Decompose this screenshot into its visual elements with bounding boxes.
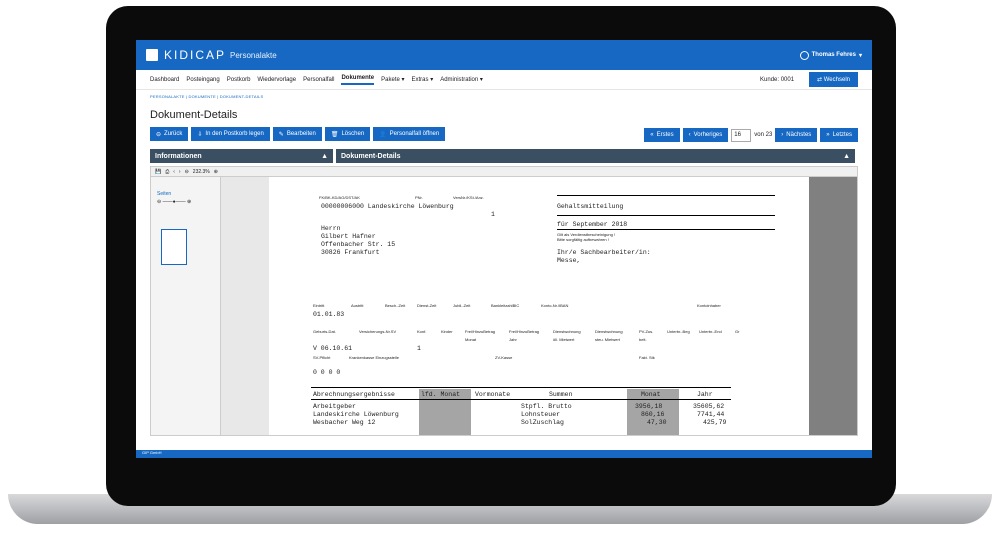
breadcrumb-dokumente[interactable]: DOKUMENTE [189, 94, 216, 99]
app-screen: KIDICAP Personalakte Thomas Fehres ▾ Dash… [136, 40, 872, 458]
chevron-up-icon: ▲ [321, 152, 328, 160]
erstes-button[interactable]: « Erstes [644, 128, 680, 142]
zurueck-button[interactable]: ⊖ Zurück [150, 127, 189, 141]
print-icon[interactable]: ⎙ [165, 169, 169, 175]
nav-personalfall[interactable]: Personalfall [303, 77, 334, 83]
prev-page-icon[interactable]: ‹ [173, 169, 175, 175]
page-input[interactable]: 16 [731, 128, 752, 142]
breadcrumb-personalakte[interactable]: PERSONALAKTE [150, 94, 185, 99]
informationen-header[interactable]: Informationen ▲ [150, 149, 333, 163]
document-page: FK/BK-KD/AG/DST/AK PNr. VersNr./KSt./Anz… [269, 177, 809, 435]
document-scroll-area[interactable] [809, 177, 857, 435]
nav-dokumente[interactable]: Dokumente [341, 75, 375, 85]
nav-dashboard[interactable]: Dashboard [150, 77, 179, 83]
personalfall-button[interactable]: 👤 Personalfall öffnen [373, 127, 446, 141]
pdf-viewer: 💾 ⎙ ‹ › ⊖ 232.3% ⊕ Seiten ⊖ ——●—— ⊕ FK/BK-… [150, 166, 858, 436]
dokument-header[interactable]: Dokument-Details ▲ [336, 149, 855, 163]
zoom-in-icon[interactable]: ⊕ [214, 169, 218, 175]
kunde-label: Kunde: 0001 [760, 76, 795, 83]
footer: GIP GmbH [136, 450, 872, 458]
postkorb-button[interactable]: ⇩ In den Postkorb legen [191, 127, 270, 141]
user-name: Thomas Fehres [811, 52, 856, 58]
nav-postkorb[interactable]: Postkorb [227, 77, 251, 83]
page-thumbnail[interactable] [161, 229, 187, 265]
next-page-icon[interactable]: › [179, 169, 181, 175]
seiten-label: Seiten [157, 191, 172, 197]
zoom-value[interactable]: 232.3% [193, 169, 210, 175]
chevron-up-icon: ▲ [843, 152, 850, 160]
top-bar: KIDICAP Personalakte Thomas Fehres ▾ [136, 40, 872, 70]
nav-pakete[interactable]: Pakete ▾ [381, 76, 404, 83]
brand-name: KIDICAP [164, 48, 227, 62]
main-nav: Dashboard Posteingang Postkorb Wiedervor… [136, 70, 872, 90]
save-icon[interactable]: 💾 [155, 169, 161, 175]
page-count: von 23 [754, 132, 773, 138]
section-headers: Informationen ▲ Dokument-Details ▲ [136, 145, 872, 163]
kv-zeros: 0 0 0 0 [313, 369, 341, 376]
breadcrumb-details: DOKUMENT-DETAILS [219, 94, 264, 99]
pager: « Erstes ‹ Vorheriges 16 von 23 › Nächst… [644, 127, 858, 143]
pdf-toolbar: 💾 ⎙ ‹ › ⊖ 232.3% ⊕ [151, 167, 857, 177]
thumbnail-panel: Seiten ⊖ ——●—— ⊕ [151, 177, 221, 435]
logo-icon [146, 49, 158, 61]
wechseln-button[interactable]: ⇄ Wechseln [809, 72, 858, 87]
product-name: Personalakte [230, 50, 277, 60]
action-toolbar: ⊖ Zurück ⇩ In den Postkorb legen ✎ Bearb… [136, 125, 872, 145]
nav-extras[interactable]: Extras ▾ [412, 76, 434, 83]
letztes-button[interactable]: » Letztes [820, 128, 858, 142]
naechstes-button[interactable]: › Nächstes [775, 128, 818, 142]
vorheriges-button[interactable]: ‹ Vorheriges [682, 128, 729, 142]
chevron-down-icon: ▾ [858, 52, 862, 59]
user-icon [799, 50, 809, 60]
nav-administration[interactable]: Administration ▾ [440, 76, 483, 83]
zoom-out-icon[interactable]: ⊖ [185, 169, 189, 175]
nav-wiedervorlage[interactable]: Wiedervorlage [257, 77, 296, 83]
breadcrumb: PERSONALAKTE | DOKUMENTE | DOKUMENT-DETA… [150, 94, 264, 99]
page-title: Dokument-Details [150, 109, 238, 121]
bearbeiten-button[interactable]: ✎ Bearbeiten [272, 127, 322, 141]
user-menu[interactable]: Thomas Fehres ▾ [799, 50, 862, 60]
thumb-zoom-slider[interactable]: ⊖ ——●—— ⊕ [151, 197, 220, 207]
nav-posteingang[interactable]: Posteingang [186, 77, 219, 83]
loeschen-button[interactable]: 🗑 Löschen [324, 127, 371, 141]
